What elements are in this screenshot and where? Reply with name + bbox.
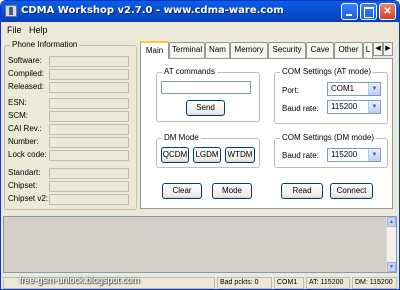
close-button[interactable]: ✕ <box>379 3 396 20</box>
port-label: Port: <box>282 86 299 95</box>
cai-rev-value <box>49 124 129 135</box>
wtdm-button[interactable]: WTDM <box>225 147 255 163</box>
lgdm-button[interactable]: LGDM <box>193 147 221 163</box>
scroll-down-icon[interactable]: ▼ <box>387 262 396 272</box>
chipset-value <box>49 181 129 192</box>
software-label: Software: <box>8 56 42 65</box>
menu-help[interactable]: Help <box>29 25 48 35</box>
scm-value <box>49 111 129 122</box>
clear-button[interactable]: Clear <box>162 183 202 199</box>
released-label: Released: <box>8 82 45 91</box>
tab-security[interactable]: Security <box>268 42 306 58</box>
menu-bar: File Help <box>1 22 399 39</box>
baud-dm-select-value: 115200 <box>331 150 358 159</box>
send-button[interactable]: Send <box>186 100 225 116</box>
standart-value <box>49 168 129 179</box>
lock-code-label: Lock code: <box>8 150 47 159</box>
dm-mode-title: DM Mode <box>162 133 201 142</box>
watermark: free-gsm-unlock.blogspot.com <box>19 275 140 285</box>
tab-scroll-right-icon[interactable]: ▶ <box>383 42 393 56</box>
main-tab-panel: AT commands Send COM Settings (AT mode) … <box>140 58 393 209</box>
baud-at-label: Baud rate: <box>282 104 319 113</box>
chipset-v2-value <box>49 194 129 205</box>
read-button[interactable]: Read <box>281 183 323 199</box>
tab-main[interactable]: Main <box>140 41 169 59</box>
mode-button[interactable]: Mode <box>212 183 252 199</box>
tab-memory[interactable]: Memory <box>230 42 268 58</box>
title-bar[interactable]: CDMA Workshop v2.7.0 - www.cdma-ware.com… <box>1 1 399 22</box>
tab-other[interactable]: Other <box>334 42 363 58</box>
status-port: COM1 <box>274 277 304 289</box>
status-dm-baud: DM: 115200 <box>352 277 397 289</box>
chevron-down-icon[interactable]: ▼ <box>368 83 380 95</box>
window-title: CDMA Workshop v2.7.0 - www.cdma-ware.com <box>21 5 284 16</box>
baud-dm-select[interactable]: 115200 ▼ <box>327 148 381 162</box>
com-at-title: COM Settings (AT mode) <box>280 67 374 76</box>
com-dm-title: COM Settings (DM mode) <box>280 133 377 142</box>
scroll-up-icon[interactable]: ▲ <box>387 217 396 227</box>
tab-nam[interactable]: Nam <box>205 42 230 58</box>
phone-info-title: Phone Information <box>10 40 80 49</box>
baud-at-select[interactable]: 115200 ▼ <box>327 100 381 114</box>
at-commands-title: AT commands <box>162 67 217 76</box>
tab-terminal[interactable]: Terminal <box>169 42 205 58</box>
standart-label: Standart: <box>8 168 41 177</box>
minimize-button[interactable] <box>341 3 358 20</box>
log-scrollbar[interactable]: ▲ ▼ <box>386 217 396 272</box>
connect-button[interactable]: Connect <box>330 183 373 199</box>
status-bad-packets: Bad pckts: 0 <box>217 277 272 289</box>
number-label: Number: <box>8 137 39 146</box>
software-value <box>49 56 129 67</box>
maximize-button[interactable] <box>360 3 377 20</box>
com-at-group: COM Settings (AT mode) <box>274 67 388 124</box>
qcdm-button[interactable]: QCDM <box>161 147 189 163</box>
log-area[interactable]: ▲ ▼ <box>3 216 397 273</box>
port-select[interactable]: COM1 ▼ <box>327 82 381 96</box>
compiled-label: Compiled: <box>8 69 45 78</box>
esn-value <box>49 98 129 109</box>
cai-rev-label: CAI Rev.: <box>8 124 42 133</box>
tab-cave[interactable]: Cave <box>306 42 334 58</box>
tab-truncated[interactable]: L <box>363 42 373 58</box>
app-window: CDMA Workshop v2.7.0 - www.cdma-ware.com… <box>0 0 400 290</box>
at-command-input[interactable] <box>161 81 251 94</box>
chipset-label: Chipset: <box>8 181 38 190</box>
chevron-down-icon[interactable]: ▼ <box>368 101 380 113</box>
lock-code-value <box>49 150 129 161</box>
chipset-v2-label: Chipset v2: <box>8 194 49 203</box>
status-at-baud: AT: 115200 <box>306 277 350 289</box>
released-value <box>49 82 129 93</box>
chevron-down-icon[interactable]: ▼ <box>368 149 380 161</box>
esn-label: ESN: <box>8 98 27 107</box>
baud-dm-label: Baud rate: <box>282 151 319 160</box>
tab-scroll-left-icon[interactable]: ◀ <box>373 42 383 56</box>
port-select-value: COM1 <box>331 84 355 93</box>
compiled-value <box>49 69 129 80</box>
scm-label: SCM: <box>8 111 28 120</box>
app-icon <box>5 5 17 17</box>
number-value <box>49 137 129 148</box>
baud-at-select-value: 115200 <box>331 102 358 111</box>
menu-file[interactable]: File <box>7 25 22 35</box>
